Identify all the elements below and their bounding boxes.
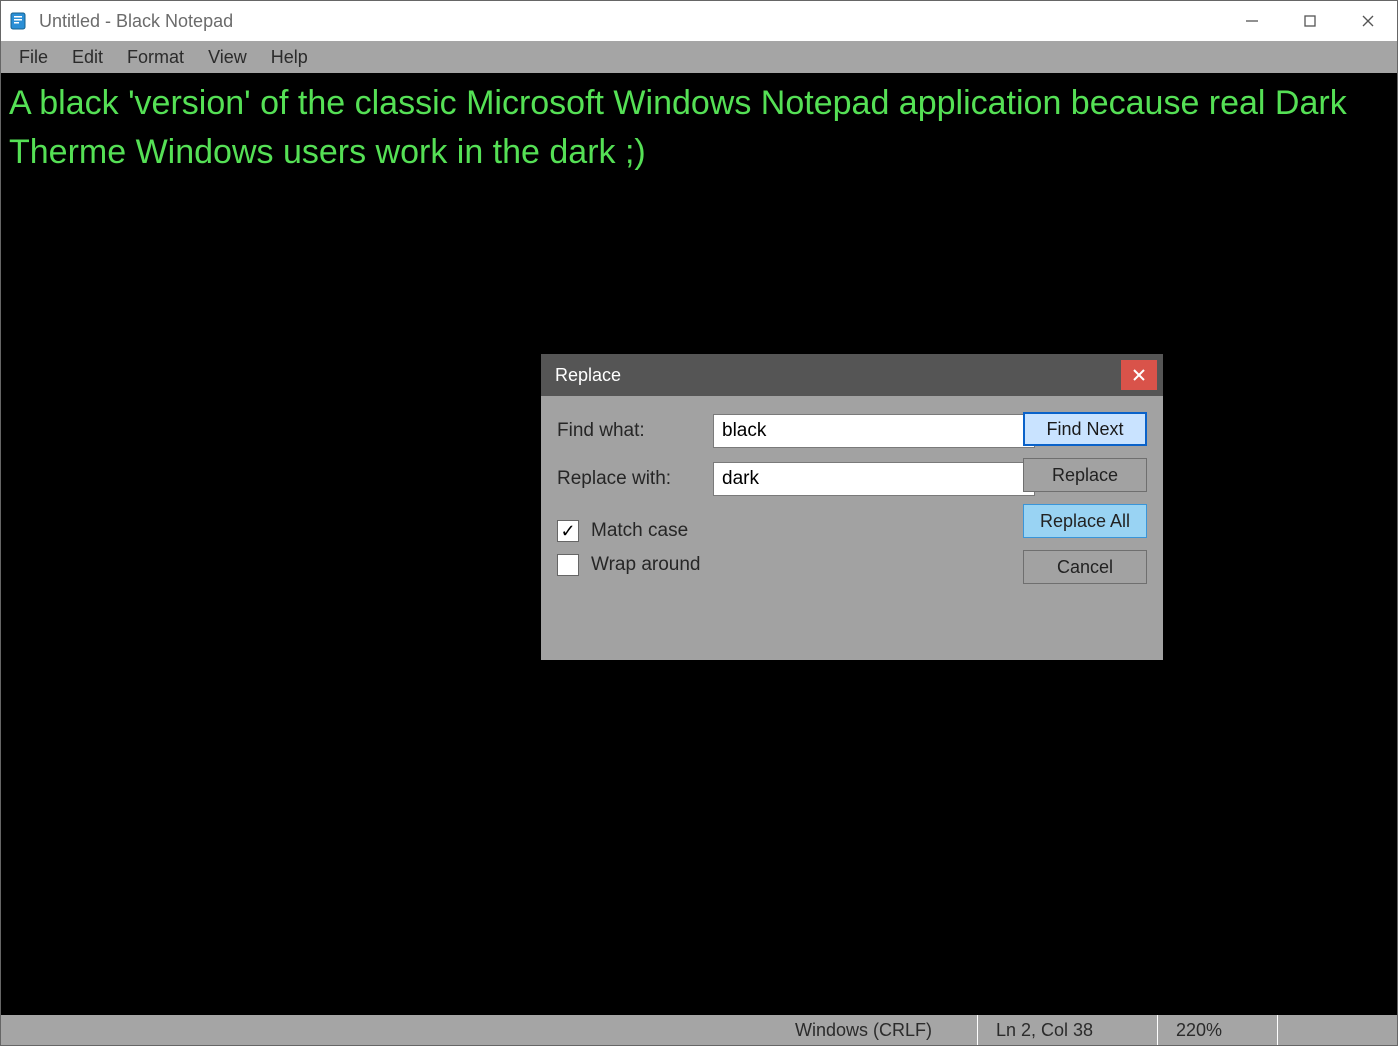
find-next-button[interactable]: Find Next bbox=[1023, 412, 1147, 446]
wrap-around-label: Wrap around bbox=[591, 554, 701, 576]
dialog-close-button[interactable] bbox=[1121, 360, 1157, 390]
menu-edit[interactable]: Edit bbox=[60, 43, 115, 72]
cancel-button[interactable]: Cancel bbox=[1023, 550, 1147, 584]
status-position: Ln 2, Col 38 bbox=[977, 1015, 1157, 1045]
dialog-title-bar[interactable]: Replace bbox=[541, 354, 1163, 396]
title-bar: Untitled - Black Notepad bbox=[1, 1, 1397, 41]
app-window: Untitled - Black Notepad File Edit Forma… bbox=[0, 0, 1398, 1046]
menu-bar: File Edit Format View Help bbox=[1, 41, 1397, 73]
match-case-label: Match case bbox=[591, 520, 688, 542]
status-bar: Windows (CRLF) Ln 2, Col 38 220% bbox=[1, 1015, 1397, 1045]
menu-format[interactable]: Format bbox=[115, 43, 196, 72]
dialog-buttons: Find Next Replace Replace All Cancel bbox=[1023, 412, 1147, 584]
replace-all-button[interactable]: Replace All bbox=[1023, 504, 1147, 538]
menu-help[interactable]: Help bbox=[259, 43, 320, 72]
replace-with-input[interactable] bbox=[713, 462, 1035, 496]
status-encoding: Windows (CRLF) bbox=[777, 1015, 977, 1045]
replace-with-label: Replace with: bbox=[557, 468, 713, 490]
window-title: Untitled - Black Notepad bbox=[39, 11, 1223, 32]
close-button[interactable] bbox=[1339, 1, 1397, 41]
dialog-body: Find what: Replace with: ✓ Match case Wr… bbox=[541, 396, 1163, 660]
minimize-button[interactable] bbox=[1223, 1, 1281, 41]
menu-view[interactable]: View bbox=[196, 43, 259, 72]
app-icon bbox=[9, 11, 29, 31]
dialog-title: Replace bbox=[555, 365, 1121, 386]
menu-file[interactable]: File bbox=[7, 43, 60, 72]
match-case-checkbox[interactable]: ✓ bbox=[557, 520, 579, 542]
replace-button[interactable]: Replace bbox=[1023, 458, 1147, 492]
replace-dialog: Replace Find what: Replace with: ✓ Match… bbox=[541, 354, 1163, 660]
find-what-label: Find what: bbox=[557, 420, 713, 442]
wrap-around-checkbox[interactable] bbox=[557, 554, 579, 576]
maximize-button[interactable] bbox=[1281, 1, 1339, 41]
window-controls bbox=[1223, 1, 1397, 41]
find-what-input[interactable] bbox=[713, 414, 1035, 448]
status-tail bbox=[1277, 1015, 1397, 1045]
status-zoom: 220% bbox=[1157, 1015, 1277, 1045]
